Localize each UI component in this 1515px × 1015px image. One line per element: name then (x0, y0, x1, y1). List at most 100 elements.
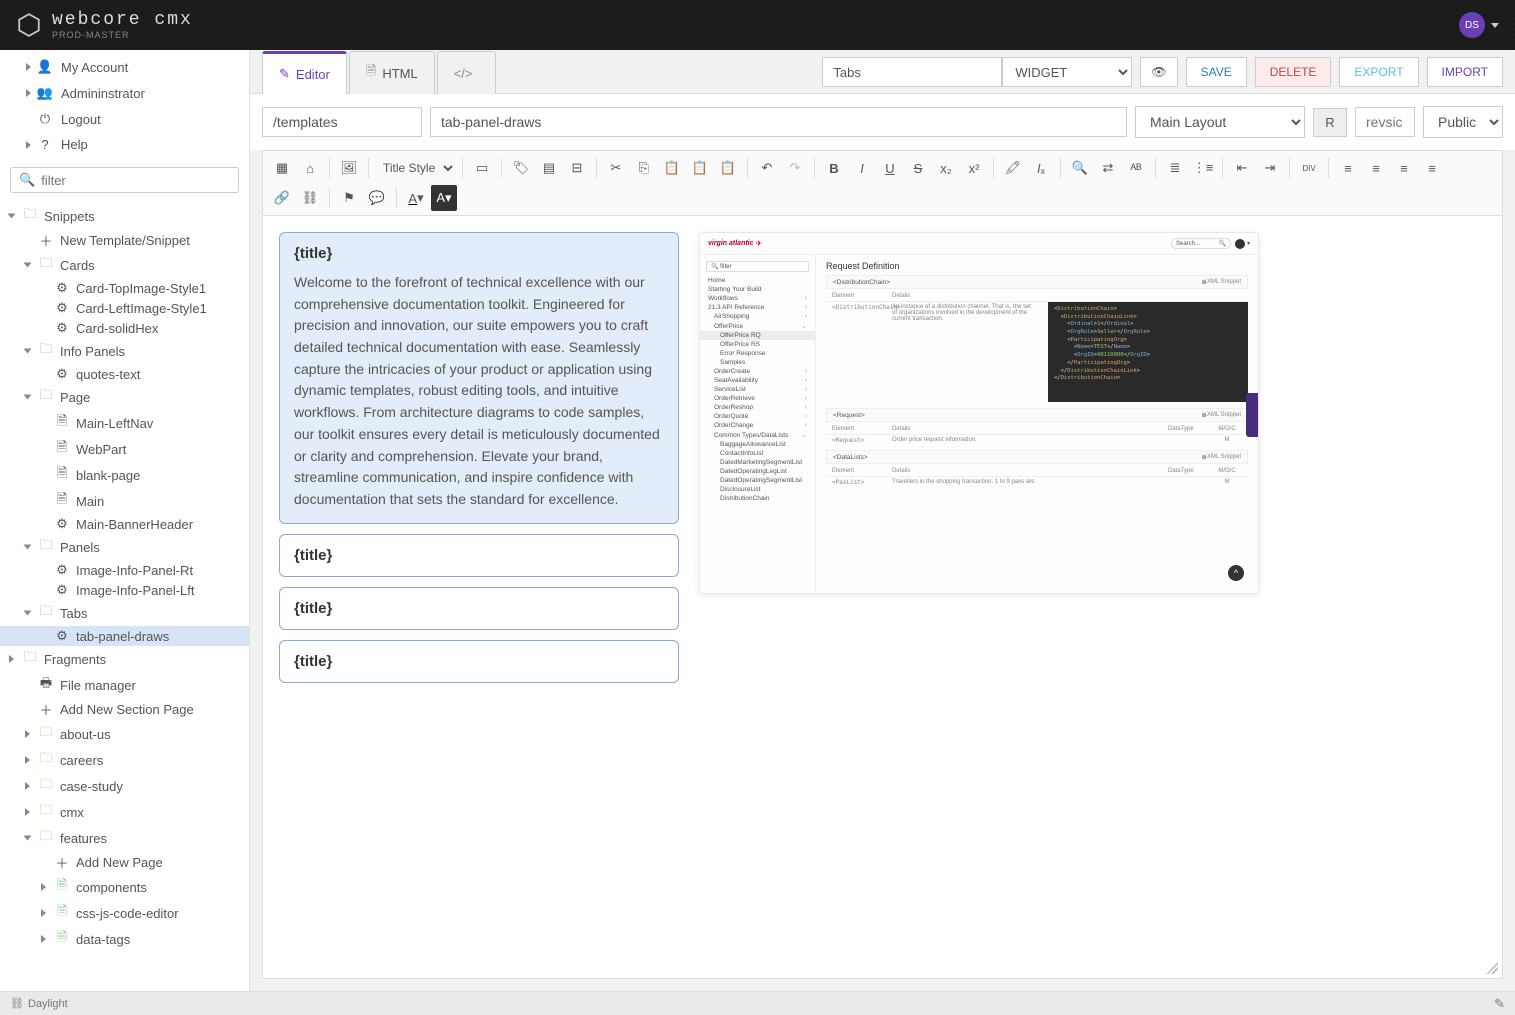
edit-footer-icon[interactable]: ✎ (1494, 996, 1505, 1012)
sidebar-item-logout[interactable]: ⏻ Logout (0, 106, 249, 132)
tab-panel-1[interactable]: {title} Welcome to the forefront of tech… (279, 232, 679, 524)
undo-icon[interactable]: ↶ (754, 155, 780, 181)
subscript-icon[interactable]: x₂ (933, 155, 959, 181)
user-menu-caret-icon[interactable] (1491, 23, 1499, 28)
tab-editor[interactable]: ✎ Editor (262, 51, 347, 94)
title-style-select[interactable]: Title Style (375, 158, 456, 178)
text-color-icon[interactable]: A▾ (403, 185, 429, 211)
align-left-icon[interactable]: ≡ (1335, 155, 1361, 181)
tree-cmx[interactable]: 🗀cmx (0, 799, 249, 825)
tab-panel-2[interactable]: {title} (279, 534, 679, 577)
save-icon[interactable]: ⌂ (297, 155, 323, 181)
tree-info-panels[interactable]: 🗀Info Panels (0, 338, 249, 364)
tree-img-rt[interactable]: ⚙Image-Info-Panel-Rt (0, 560, 249, 580)
tree-card-top[interactable]: ⚙Card-TopImage-Style1 (0, 278, 249, 298)
tree-blank-page[interactable]: 🗎blank-page (0, 462, 249, 488)
tree-cards[interactable]: 🗀Cards (0, 252, 249, 278)
table-icon[interactable]: ▤ (536, 155, 562, 181)
filter-input[interactable] (41, 173, 230, 188)
path-input[interactable] (262, 107, 422, 137)
comment-icon[interactable]: 💬 (364, 185, 390, 211)
superscript-icon[interactable]: x² (961, 155, 987, 181)
tree-img-lft[interactable]: ⚙Image-Info-Panel-Lft (0, 580, 249, 600)
cut-icon[interactable]: ✂ (603, 155, 629, 181)
tree-filemgr[interactable]: 🖶File manager (0, 672, 249, 698)
export-button[interactable]: EXPORT (1339, 57, 1418, 87)
tree-new-template[interactable]: ＋New Template/Snippet (0, 229, 249, 252)
tree-panels[interactable]: 🗀Panels (0, 534, 249, 560)
sidebar-item-account[interactable]: 👤 My Account (0, 54, 249, 80)
resource-name-field[interactable]: Tabs (822, 57, 1002, 87)
r-button[interactable]: R (1313, 108, 1347, 137)
widget-select[interactable]: WIDGET (1002, 57, 1132, 87)
copy-icon[interactable]: ⎘ (631, 155, 657, 181)
align-right-icon[interactable]: ≡ (1391, 155, 1417, 181)
tree-main[interactable]: 🗎Main (0, 488, 249, 514)
redo-icon[interactable]: ↷ (782, 155, 808, 181)
tree-data-tags[interactable]: 🗎data-tags (0, 926, 249, 952)
indent-icon[interactable]: ⇥ (1257, 155, 1283, 181)
tree-card-hex[interactable]: ⚙Card-solidHex (0, 318, 249, 338)
tree-snippets[interactable]: 🗀Snippets (0, 203, 249, 229)
tree-careers[interactable]: 🗀careers (0, 747, 249, 773)
sidebar-item-help[interactable]: ? Help (0, 132, 249, 157)
preview-button[interactable]: 👁 (1140, 57, 1177, 87)
italic-icon[interactable]: I (849, 155, 875, 181)
tree-features[interactable]: 🗀features (0, 825, 249, 851)
replace-icon[interactable]: ⇄ (1095, 155, 1121, 181)
div-icon[interactable]: DIV (1296, 155, 1322, 181)
form-icon[interactable]: ▭ (469, 155, 495, 181)
tree-case-study[interactable]: 🗀case-study (0, 773, 249, 799)
strike-icon[interactable]: S (905, 155, 931, 181)
find-icon[interactable]: 🔍 (1067, 155, 1093, 181)
revision-input[interactable] (1355, 107, 1415, 137)
tree-main-leftnav[interactable]: 🗎Main-LeftNav (0, 410, 249, 436)
ul-icon[interactable]: ⋮≡ (1190, 155, 1216, 181)
tree-add-section[interactable]: ＋Add New Section Page (0, 698, 249, 721)
tab-panel-4[interactable]: {title} (279, 640, 679, 683)
layout-select[interactable]: Main Layout (1135, 106, 1305, 138)
unlink-icon[interactable]: ⛓ (297, 185, 323, 211)
bold-icon[interactable]: B (821, 155, 847, 181)
name-input[interactable] (430, 107, 1127, 137)
tree-tab-panel-draws[interactable]: ⚙tab-panel-draws (0, 626, 249, 646)
tag-icon[interactable]: 🏷 (508, 155, 534, 181)
tab-code[interactable]: </> (437, 51, 496, 94)
image-icon[interactable]: 🖼 (336, 155, 362, 181)
ol-icon[interactable]: ≣ (1162, 155, 1188, 181)
flag-icon[interactable]: ⚑ (336, 185, 362, 211)
tree-add-page[interactable]: ＋Add New Page (0, 851, 249, 874)
tree-page[interactable]: 🗀Page (0, 384, 249, 410)
user-avatar[interactable]: DS (1459, 12, 1485, 38)
tree-about[interactable]: 🗀about-us (0, 721, 249, 747)
import-button[interactable]: IMPORT (1427, 57, 1503, 87)
paste-icon[interactable]: 📋 (659, 155, 685, 181)
paste-word-icon[interactable]: 📋 (715, 155, 741, 181)
bg-color-icon[interactable]: A▾ (431, 185, 457, 211)
underline-icon[interactable]: U (877, 155, 903, 181)
delete-button[interactable]: DELETE (1255, 57, 1332, 87)
clear-format-icon[interactable]: Iₓ (1028, 155, 1054, 181)
tree-components[interactable]: 🗎components (0, 874, 249, 900)
tree-css-js[interactable]: 🗎css-js-code-editor (0, 900, 249, 926)
editor-canvas[interactable]: {title} Welcome to the forefront of tech… (262, 216, 1503, 979)
save-button[interactable]: SAVE (1186, 57, 1247, 87)
tree-quotes[interactable]: ⚙quotes-text (0, 364, 249, 384)
tree-fragments[interactable]: 🗀Fragments (0, 646, 249, 672)
spellcheck-icon[interactable]: ᴬᴮ (1123, 155, 1149, 181)
align-justify-icon[interactable]: ≡ (1419, 155, 1445, 181)
paste-text-icon[interactable]: 📋 (687, 155, 713, 181)
tab-html[interactable]: 🗎 HTML (349, 51, 435, 94)
sidebar-item-admin[interactable]: 👥 Admininstrator (0, 80, 249, 106)
highlight-icon[interactable]: 🖍 (1000, 155, 1026, 181)
tree-webpart[interactable]: 🗎WebPart (0, 436, 249, 462)
tree-tabs[interactable]: 🗀Tabs (0, 600, 249, 626)
link-icon[interactable]: 🔗 (269, 185, 295, 211)
outdent-icon[interactable]: ⇤ (1229, 155, 1255, 181)
tab-panel-3[interactable]: {title} (279, 587, 679, 630)
template-icon[interactable]: ▦ (269, 155, 295, 181)
sidebar-filter[interactable]: 🔍 (10, 167, 239, 193)
align-center-icon[interactable]: ≡ (1363, 155, 1389, 181)
tree-card-left[interactable]: ⚙Card-LeftImage-Style1 (0, 298, 249, 318)
remove-icon[interactable]: ⊟ (564, 155, 590, 181)
